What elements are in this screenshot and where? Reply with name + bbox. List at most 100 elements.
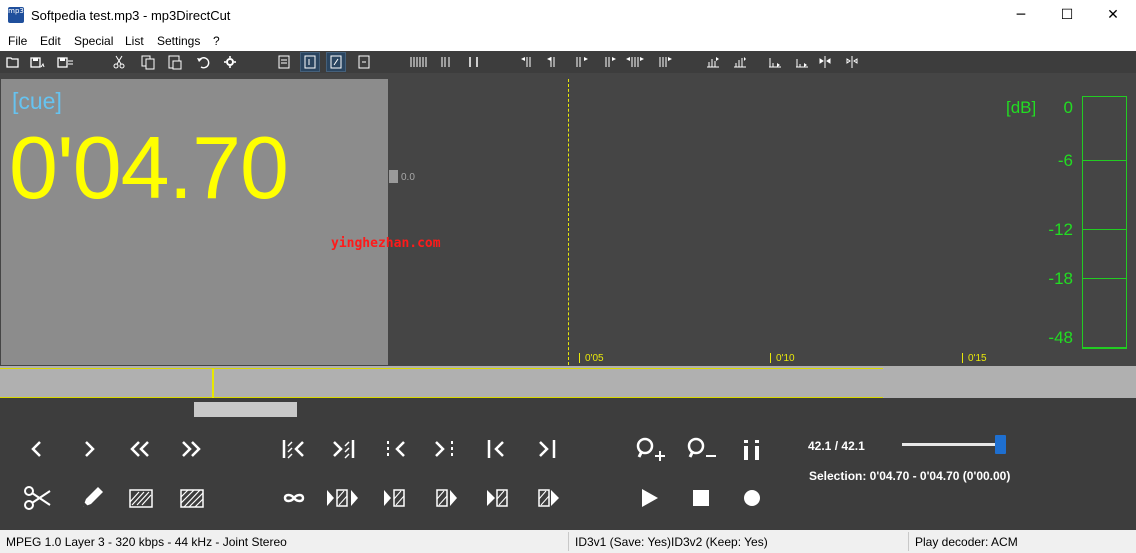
play-post-cut-button[interactable] (536, 483, 566, 513)
copy-icon[interactable] (139, 53, 157, 71)
next-cue-mark-icon[interactable] (544, 53, 562, 71)
play-pre-cut-button[interactable] (484, 483, 514, 513)
level-meter (1082, 96, 1127, 349)
play-selection-button[interactable] (324, 483, 358, 513)
go-start-button[interactable] (481, 434, 511, 464)
menu-edit[interactable]: Edit (40, 34, 61, 48)
file-extent (0, 368, 883, 398)
stop-button[interactable] (687, 483, 717, 513)
close-button[interactable]: ✕ (1090, 0, 1136, 31)
cue-right-icon[interactable] (573, 53, 591, 71)
zoom-slider-track[interactable] (902, 443, 1002, 446)
cut-button[interactable] (22, 483, 52, 513)
cue-pair-icon[interactable] (439, 53, 457, 71)
meter-gridline (1083, 347, 1126, 348)
time-tick-label: 0'15 (968, 353, 987, 364)
fast-back-button[interactable] (125, 434, 155, 464)
loop-button[interactable] (279, 483, 309, 513)
audio-format-status: MPEG 1.0 Layer 3 - 320 kbps - 44 kHz - J… (6, 535, 287, 549)
save-file-icon[interactable] (28, 53, 46, 71)
prev-cue-button[interactable] (278, 434, 308, 464)
control-panel (0, 398, 1136, 530)
time-tick-label: 0'10 (776, 353, 795, 364)
go-end-button[interactable] (532, 434, 562, 464)
level-bars-button[interactable] (737, 434, 767, 464)
maximize-button[interactable]: ☐ (1044, 0, 1090, 31)
menu-file[interactable]: File (8, 34, 27, 48)
play-from-selection-button[interactable] (434, 483, 464, 513)
volume-change-icon[interactable] (731, 53, 749, 71)
meter-gridline (1083, 229, 1126, 230)
db-scale-label: -6 (1057, 151, 1073, 170)
menu-help[interactable]: ? (213, 34, 220, 48)
id3v2-status: ID3v2 (Keep: Yes) (671, 535, 768, 549)
select-all-button[interactable] (177, 483, 207, 513)
settings-gear-icon[interactable] (221, 53, 239, 71)
cue-expand-all-icon[interactable] (652, 53, 672, 71)
play-to-selection-button[interactable] (381, 483, 411, 513)
app-logo-icon: mp3 (8, 7, 24, 23)
id3v1-status: ID3v1 (Save: Yes) (575, 535, 672, 549)
cue-multi-icon[interactable] (409, 53, 427, 71)
cut-icon[interactable] (110, 53, 128, 71)
next-cue-button[interactable] (329, 434, 359, 464)
page-icon[interactable] (275, 53, 293, 71)
fast-forward-button[interactable] (176, 434, 206, 464)
fade-in-icon[interactable] (766, 53, 784, 71)
playback-cursor (568, 79, 569, 365)
decoder-status: Play decoder: ACM (915, 535, 1018, 549)
db-scale-label: -48 (1048, 328, 1073, 347)
zoom-left-value: 42.1 (808, 439, 832, 453)
time-tick: 0'15 (962, 353, 987, 364)
crossfade-all-icon[interactable] (843, 53, 861, 71)
pause-marks-icon[interactable] (465, 53, 483, 71)
undo-icon[interactable] (194, 53, 212, 71)
menu-special[interactable]: Special (74, 34, 113, 48)
edit-pencil-button[interactable] (76, 483, 106, 513)
toolbar (0, 51, 1136, 73)
status-divider (568, 532, 569, 551)
normalize-icon[interactable] (704, 53, 722, 71)
zoom-separator: / (834, 439, 839, 453)
crossfade-icon[interactable] (816, 53, 834, 71)
step-back-button[interactable] (21, 434, 51, 464)
menu-list[interactable]: List (125, 34, 144, 48)
zoom-slider-thumb[interactable] (995, 435, 1006, 454)
minimize-button[interactable]: ─ (998, 0, 1044, 31)
select-back-button[interactable] (380, 434, 410, 464)
view-scrollbar-thumb[interactable] (194, 402, 297, 417)
db-title: [dB] (1006, 98, 1037, 117)
status-bar: MPEG 1.0 Layer 3 - 320 kbps - 44 kHz - J… (0, 530, 1136, 553)
page-begin-icon[interactable] (300, 52, 320, 72)
zoom-out-button[interactable] (686, 434, 716, 464)
page-end-icon[interactable] (326, 52, 346, 72)
time-tick: 0'05 (579, 353, 604, 364)
cue-split-icon[interactable] (600, 53, 618, 71)
selection-info: Selection: 0'04.70 - 0'04.70 (0'00.00) (809, 469, 1011, 483)
open-file-icon[interactable] (4, 53, 22, 71)
select-region-button[interactable] (126, 483, 156, 513)
select-forward-button[interactable] (430, 434, 460, 464)
time-tick: 0'10 (770, 353, 795, 364)
paste-icon[interactable] (166, 53, 184, 71)
zoom-readout: 42.1 / 42.1 (808, 439, 865, 453)
zoom-in-button[interactable] (635, 434, 665, 464)
window-title: Softpedia test.mp3 - mp3DirectCut (31, 8, 231, 23)
step-forward-button[interactable] (75, 434, 105, 464)
cue-expand-icon[interactable] (624, 53, 644, 71)
timeline-position-marker[interactable] (212, 369, 214, 398)
meter-gridline (1083, 160, 1126, 161)
menu-bar: File Edit Special List Settings ? (0, 31, 1136, 51)
record-button[interactable] (737, 483, 767, 513)
save-list-icon[interactable] (56, 53, 74, 71)
title-bar: mp3 Softpedia test.mp3 - mp3DirectCut ─ … (0, 0, 1136, 31)
prev-cue-mark-icon[interactable] (518, 53, 536, 71)
db-scale-label: -18 (1048, 269, 1073, 288)
level-value: 0.0 (401, 172, 415, 183)
page-cue-icon[interactable] (355, 53, 373, 71)
play-button[interactable] (637, 483, 667, 513)
menu-settings[interactable]: Settings (157, 34, 200, 48)
db-scale-label: -12 (1048, 220, 1073, 239)
zoom-right-value: 42.1 (841, 439, 865, 453)
fade-out-icon[interactable] (793, 53, 811, 71)
